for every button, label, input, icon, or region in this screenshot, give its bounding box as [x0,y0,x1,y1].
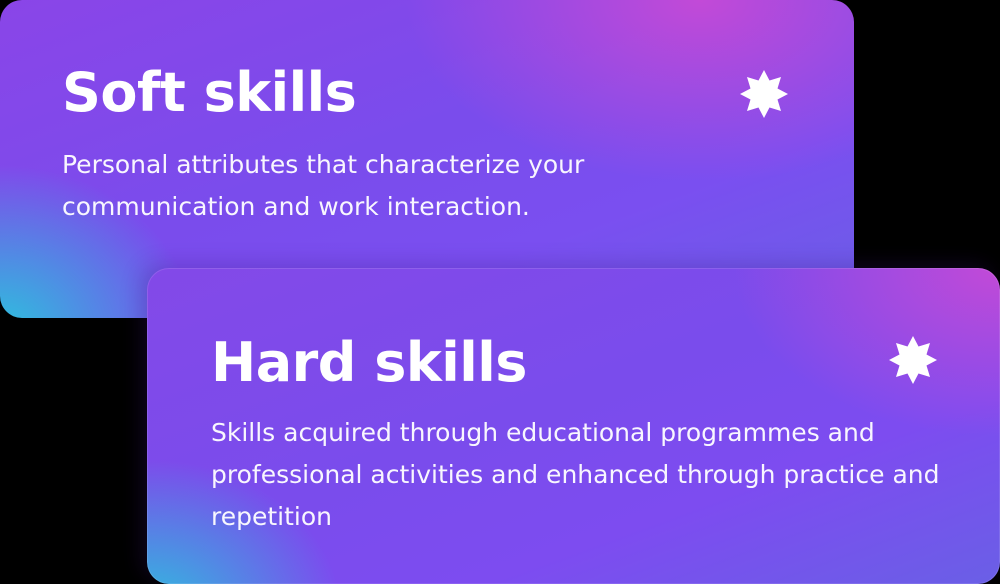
skills-stage: Soft skills Personal attributes that cha… [0,0,1000,584]
soft-skills-description: Personal attributes that characterize yo… [62,150,585,221]
hard-skills-title: Hard skills [211,331,527,394]
star-burst-icon [887,334,939,386]
hard-skills-card: Hard skills Skills acquired through educ… [147,268,1000,584]
star-burst-icon [738,68,790,120]
soft-skills-title: Soft skills [62,61,357,124]
hard-skills-description: Skills acquired through educational prog… [211,418,940,531]
